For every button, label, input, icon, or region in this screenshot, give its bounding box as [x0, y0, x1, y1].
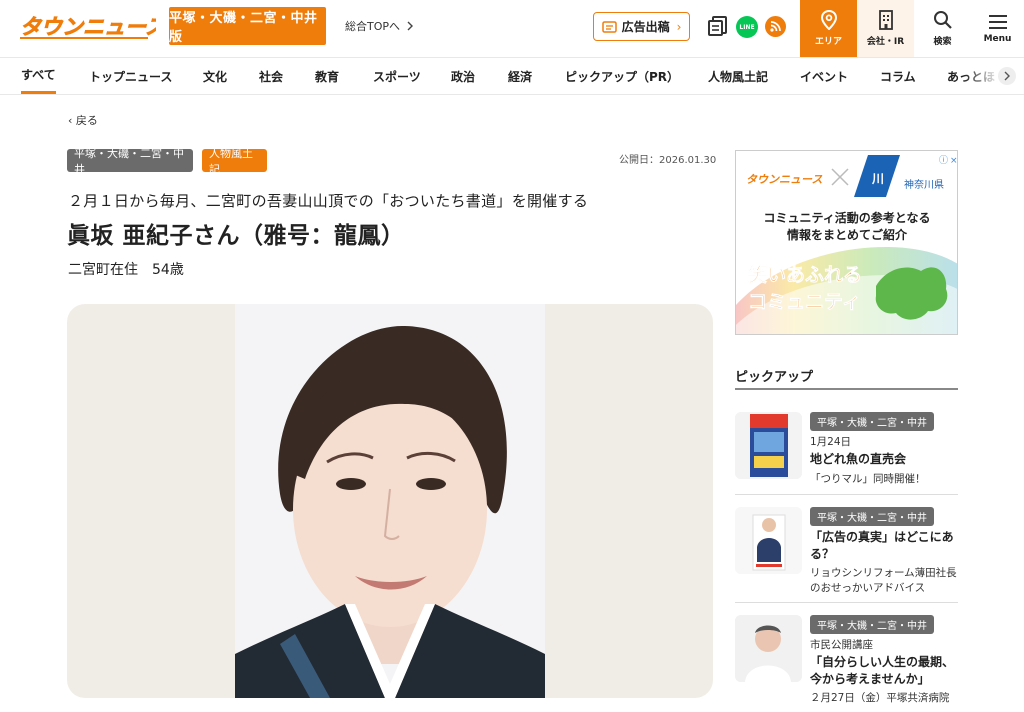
- nav-item-all[interactable]: すべて: [21, 58, 56, 94]
- location-pin-icon: [820, 10, 837, 30]
- chevron-right-icon: ›: [676, 19, 682, 34]
- svg-text:情報をまとめてご紹介: 情報をまとめてご紹介: [787, 227, 908, 242]
- pickup-title: 「自分らしい人生の最期、今から考えませんか」: [810, 655, 955, 686]
- nav-item-politics[interactable]: 政治: [451, 58, 475, 94]
- site-logo[interactable]: タウンニュース: [18, 10, 167, 42]
- calendar-icon: [601, 21, 617, 33]
- nav-item-culture[interactable]: 文化: [203, 58, 227, 94]
- general-top-label: 総合TOPへ: [345, 20, 401, 33]
- line-icon-label: LINE: [739, 23, 755, 31]
- article-subtitle: ２月１日から毎月、二宮町の吾妻山山頂での「おついたち書道」を開催する: [68, 192, 589, 210]
- ad-placement-button[interactable]: 広告出稿 ›: [593, 12, 690, 41]
- chevron-right-icon: [407, 21, 414, 31]
- company-ir-label: 会社・IR: [866, 37, 905, 47]
- menu-button[interactable]: Menu: [971, 0, 1024, 57]
- svg-text:タウンニュース: タウンニュース: [20, 15, 156, 39]
- hamburger-icon: [988, 14, 1007, 29]
- line-icon[interactable]: LINE: [736, 16, 758, 38]
- back-link[interactable]: ‹ 戻る: [68, 112, 98, 128]
- pickup-label: 市民公開講座: [810, 639, 873, 651]
- rss-icon[interactable]: [765, 16, 786, 37]
- site-header: タウンニュース 平塚・大磯・二宮・中井版 総合TOPへ 広告出稿 › LINE: [0, 0, 1024, 57]
- pickup-area-tag: 平塚・大磯・二宮・中井: [810, 412, 934, 431]
- svg-text:笑いあふれる: 笑いあふれる: [748, 263, 862, 286]
- building-icon: [878, 10, 893, 30]
- category-nav: すべて トップニュース 文化 社会 教育 スポーツ 政治 経済 ピックアップ（P…: [0, 57, 1024, 95]
- svg-text:コミュニティ: コミュニティ: [748, 291, 861, 313]
- pickup-heading: ピックアップ: [735, 370, 814, 385]
- pickup-area-tag: 平塚・大磯・二宮・中井: [810, 615, 934, 634]
- nav-item-sports[interactable]: スポーツ: [373, 58, 421, 94]
- article-photo-frame: [67, 304, 713, 698]
- area-button-label: エリア: [814, 37, 842, 47]
- nav-item-column[interactable]: コラム: [880, 58, 916, 94]
- pickup-divider: [735, 388, 958, 390]
- nav-item-education[interactable]: 教育: [315, 58, 339, 94]
- pickup-title: 「広告の真実」はどこにある？: [810, 530, 954, 561]
- nav-item-economy[interactable]: 経済: [508, 58, 532, 94]
- pickup-separator: [735, 494, 958, 495]
- article-area-tag[interactable]: 平塚・大磯・二宮・中井: [67, 147, 193, 176]
- pickup-thumbnail: [735, 507, 802, 574]
- nav-item-events[interactable]: イベント: [800, 58, 848, 94]
- area-badge[interactable]: 平塚・大磯・二宮・中井版: [169, 7, 326, 45]
- pickup-date: 1月24日: [810, 436, 852, 448]
- back-label: 戻る: [75, 114, 98, 127]
- chevron-left-icon: ‹: [68, 114, 73, 127]
- pickup-thumbnail: [735, 412, 802, 479]
- pickup-desc: リョウシンリフォーム薄田社長のおせっかいアドバイス: [810, 567, 957, 594]
- svg-text:神奈川県: 神奈川県: [904, 178, 944, 191]
- pickup-item[interactable]: 平塚・大磯・二宮・中井 市民公開講座 「自分らしい人生の最期、今から考えませんか…: [735, 615, 958, 712]
- pickup-desc: ２月27日（金）平塚共済病院: [810, 692, 950, 704]
- nav-scroll-right-button[interactable]: [998, 67, 1016, 85]
- svg-text:×: ×: [950, 156, 958, 166]
- pickup-area-tag: 平塚・大磯・二宮・中井: [810, 507, 934, 526]
- pickup-desc: 「つりマル」同時開催！: [810, 473, 926, 485]
- nav-item-top-news[interactable]: トップニュース: [89, 58, 172, 94]
- company-ir-button[interactable]: 会社・IR: [857, 0, 914, 57]
- general-top-link[interactable]: 総合TOPへ: [345, 18, 414, 34]
- svg-text:川: 川: [871, 172, 884, 186]
- e-paper-icon[interactable]: [706, 14, 730, 38]
- area-button[interactable]: エリア: [800, 0, 857, 57]
- article-person-meta: 二宮町在住 54歳: [68, 262, 184, 278]
- ad-button-label: 広告出稿: [621, 20, 670, 34]
- nav-item-people[interactable]: 人物風土記: [708, 58, 768, 94]
- search-button[interactable]: 検索: [914, 0, 971, 57]
- article-category-tag[interactable]: 人物風土記: [202, 147, 267, 176]
- pickup-thumbnail: [735, 615, 802, 682]
- community-ad-banner[interactable]: タウンニュース 川 神奈川県 コミュニティ活動の参考となる 情報をまとめてご紹介…: [735, 150, 958, 335]
- article-title: 眞坂 亜紀子さん（雅号：龍鳳）: [67, 223, 405, 249]
- portrait-photo: [235, 304, 545, 698]
- chevron-right-icon: [1004, 71, 1010, 81]
- svg-text:コミュニティ活動の参考となる: コミュニティ活動の参考となる: [764, 210, 931, 225]
- nav-item-pickup-pr[interactable]: ピックアップ（PR）: [565, 58, 679, 94]
- pickup-item[interactable]: 平塚・大磯・二宮・中井 「広告の真実」はどこにある？ リョウシンリフォーム薄田社…: [735, 507, 958, 597]
- svg-text:ⓘ: ⓘ: [939, 155, 948, 166]
- menu-label: Menu: [983, 33, 1012, 44]
- pickup-item[interactable]: 平塚・大磯・二宮・中井 1月24日 地どれ魚の直売会 「つりマル」同時開催！: [735, 412, 958, 492]
- search-label: 検索: [933, 37, 952, 47]
- pickup-separator: [735, 602, 958, 603]
- pickup-title: 地どれ魚の直売会: [810, 452, 907, 466]
- search-icon: [933, 11, 952, 29]
- svg-text:タウンニュース: タウンニュース: [746, 173, 822, 186]
- nav-item-society[interactable]: 社会: [259, 58, 283, 94]
- published-date: 公開日：2026.01.30: [619, 155, 717, 166]
